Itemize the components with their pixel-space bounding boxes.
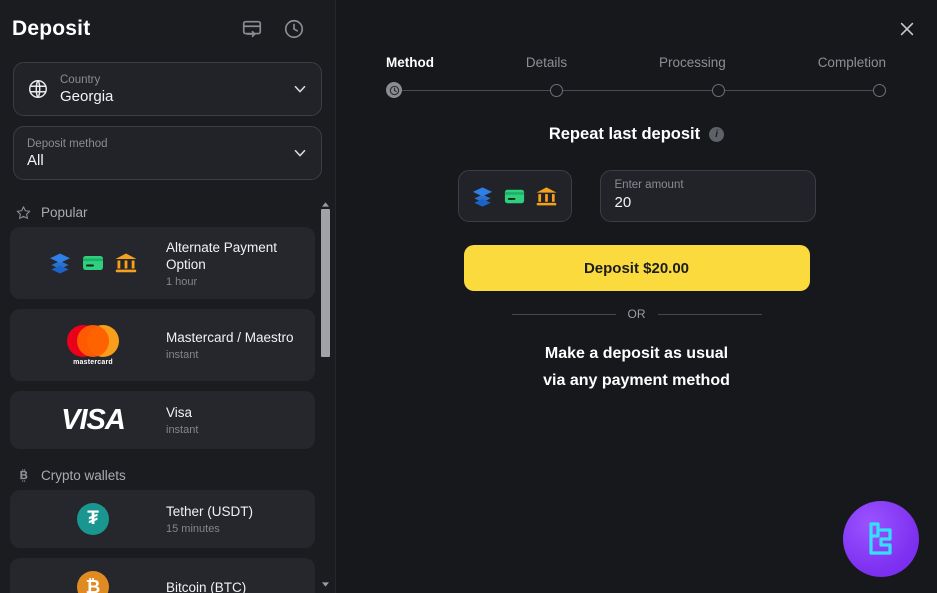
deposit-modal: Deposit Country Georgia Deposit method A… <box>0 0 937 593</box>
card-transfer-icon[interactable] <box>241 18 263 40</box>
group-header-crypto-wallets: Crypto wallets <box>0 459 335 490</box>
or-text: OR <box>627 307 646 321</box>
method-time: 15 minutes <box>166 523 220 535</box>
group-label: Crypto wallets <box>41 468 126 483</box>
method-info: Bitcoin (BTC) <box>166 579 305 593</box>
deposit-method-select-label: Deposit method <box>27 137 108 150</box>
step-label-method: Method <box>386 55 434 70</box>
brand-logo-icon <box>869 522 892 555</box>
divider-line-left <box>511 313 616 315</box>
group-header-popular: Popular <box>0 196 335 227</box>
or-divider: OR <box>511 307 762 321</box>
method-time: instant <box>166 424 199 436</box>
deposit-sidebar: Deposit Country Georgia Deposit method A… <box>0 0 336 593</box>
step-dot-processing[interactable] <box>711 83 725 97</box>
method-name: Alternate Payment Option <box>166 239 278 272</box>
layers-icon <box>50 253 70 274</box>
star-icon <box>16 205 31 220</box>
method-info: Alternate Payment Option 1 hour <box>166 239 305 288</box>
method-info: Visa instant <box>166 404 305 436</box>
repeat-last-deposit-heading: Repeat last deposit i <box>336 125 937 144</box>
repeat-deposit-controls: Enter amount 20 <box>336 170 937 222</box>
bank-icon <box>536 186 557 205</box>
visa-icon: VISA <box>61 403 126 436</box>
method-name: Mastercard / Maestro <box>166 330 294 345</box>
sidebar-header-actions <box>241 18 321 40</box>
method-name: Bitcoin (BTC) <box>166 579 247 593</box>
method-name: Tether (USDT) <box>166 504 254 519</box>
bank-icon <box>115 253 137 273</box>
country-select-label: Country <box>60 73 101 86</box>
method-name: Visa <box>166 405 193 420</box>
country-select-value: Georgia <box>60 87 114 105</box>
method-info: Mastercard / Maestro instant <box>166 329 305 361</box>
deposit-method-select[interactable]: Deposit method All <box>13 126 322 180</box>
layers-icon <box>472 186 493 207</box>
step-label-details: Details <box>525 55 568 70</box>
method-logo: mastercard <box>20 324 166 366</box>
method-time: instant <box>166 349 199 361</box>
mastercard-wordmark: mastercard <box>73 358 113 366</box>
stepper-dots <box>386 82 886 98</box>
amount-input-label: Enter amount <box>614 179 684 191</box>
chevron-down-icon <box>291 144 309 162</box>
deposit-button[interactable]: Deposit $20.00 <box>463 245 810 291</box>
amount-input-value: 20 <box>614 194 632 211</box>
payment-method-tether-usdt[interactable]: ₮ Tether (USDT) 15 minutes <box>10 490 315 548</box>
close-button[interactable] <box>893 15 921 43</box>
trio-icons <box>48 251 138 275</box>
stepper-line <box>400 90 876 91</box>
stepper-labels: Method Details Processing Completion <box>386 55 886 70</box>
step-label-processing: Processing <box>659 55 726 70</box>
step-label-completion: Completion <box>817 55 886 70</box>
method-logo: VISA <box>20 404 166 437</box>
country-select[interactable]: Country Georgia <box>13 62 322 116</box>
page-title: Deposit <box>12 17 91 40</box>
divider-line-right <box>657 313 762 315</box>
progress-stepper: Method Details Processing Completion <box>386 55 886 98</box>
amount-input[interactable]: Enter amount 20 <box>599 170 816 222</box>
alternate-deposit-note: Make a deposit as usual via any payment … <box>336 340 937 394</box>
deposit-main-panel: Method Details Processing Completion Rep… <box>336 0 937 593</box>
chevron-down-icon <box>291 80 309 98</box>
payment-methods-scroll: Popular Alternate Payment Option 1 hour … <box>0 196 335 593</box>
payment-method-mastercard-maestro[interactable]: mastercard Mastercard / Maestro instant <box>10 309 315 381</box>
payment-method-alternate-payment-option[interactable]: Alternate Payment Option 1 hour <box>10 227 315 299</box>
credit-card-icon <box>504 189 525 203</box>
scrollbar-track[interactable] <box>321 209 330 580</box>
globe-icon <box>27 78 49 100</box>
note-line-1: Make a deposit as usual <box>544 345 729 362</box>
history-clock-icon[interactable] <box>283 18 305 40</box>
group-label: Popular <box>41 205 88 220</box>
step-dot-details[interactable] <box>550 83 564 97</box>
bitcoin-icon <box>16 468 31 483</box>
method-logo: ₮ <box>20 503 166 535</box>
step-dot-completion[interactable] <box>872 83 886 97</box>
sidebar-header: Deposit <box>0 0 335 58</box>
deposit-method-select-value: All <box>27 151 44 169</box>
mastercard-icon: mastercard <box>67 324 119 366</box>
method-logo <box>20 251 166 275</box>
bitcoin-coin-icon: ₿ <box>77 571 109 593</box>
support-widget-button[interactable] <box>843 501 919 577</box>
method-time: 1 hour <box>166 275 198 288</box>
payment-method-visa[interactable]: VISA Visa instant <box>10 391 315 449</box>
method-logo: ₿ <box>20 571 166 593</box>
info-icon[interactable]: i <box>709 127 725 142</box>
sidebar-scrollbar[interactable] <box>320 200 331 589</box>
repeat-heading-text: Repeat last deposit <box>548 125 701 143</box>
method-info: Tether (USDT) 15 minutes <box>166 503 305 535</box>
scrollbar-thumb[interactable] <box>321 209 330 357</box>
scroll-up-arrow[interactable] <box>320 200 331 209</box>
payment-method-bitcoin-btc[interactable]: ₿ Bitcoin (BTC) <box>10 558 315 593</box>
tether-icon: ₮ <box>77 503 109 535</box>
credit-card-icon <box>83 256 103 270</box>
note-line-2: via any payment method <box>543 372 730 389</box>
scroll-down-arrow[interactable] <box>320 580 331 589</box>
last-method-chip[interactable] <box>457 170 572 222</box>
step-dot-method[interactable] <box>386 82 402 98</box>
